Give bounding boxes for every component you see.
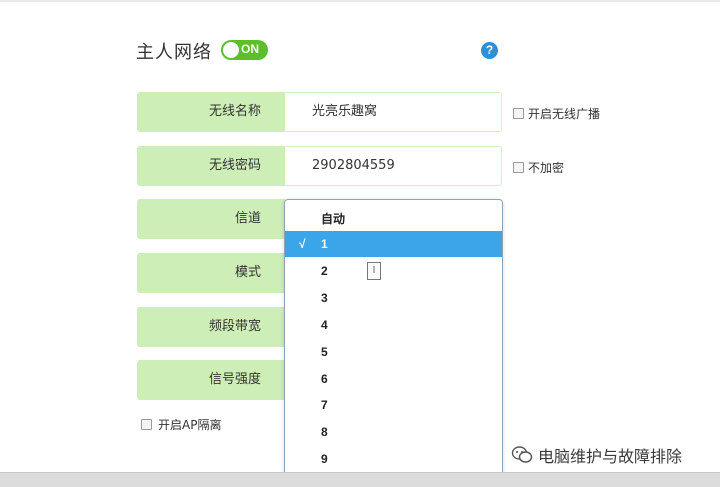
bandwidth-label: 频段带宽	[137, 307, 285, 347]
channel-label: 信道	[137, 199, 285, 239]
toggle-knob	[223, 42, 239, 58]
password-input[interactable]: 2902804559	[285, 146, 502, 186]
page-title: 主人网络	[136, 42, 212, 63]
channel-option[interactable]: 4	[285, 312, 502, 338]
channel-option[interactable]: 5	[285, 339, 502, 365]
ap-isolation-option[interactable]: 开启AP隔离	[141, 416, 221, 433]
checkmark-icon: √	[299, 237, 306, 251]
channel-option[interactable]: 9	[285, 446, 502, 472]
text-cursor-icon: I	[367, 262, 381, 280]
no-encrypt-option[interactable]: 不加密	[513, 159, 564, 176]
ap-isolation-label: 开启AP隔离	[158, 418, 222, 432]
channel-option[interactable]: 3	[285, 285, 502, 311]
ssid-input[interactable]: 光亮乐趣窝	[285, 92, 502, 132]
ap-isolation-checkbox[interactable]	[141, 419, 152, 430]
broadcast-option[interactable]: 开启无线广播	[513, 105, 600, 122]
ssid-label: 无线名称	[137, 92, 285, 132]
watermark-text: 电脑维护与故障排除	[538, 447, 683, 466]
channel-dropdown[interactable]: 自动 √ 1 2 3 4 5 6 7 8 9	[284, 199, 503, 479]
channel-option-selected[interactable]: √ 1	[285, 231, 502, 257]
broadcast-checkbox[interactable]	[513, 108, 524, 119]
channel-option[interactable]: 7	[285, 392, 502, 418]
top-border	[0, 0, 720, 2]
channel-option[interactable]: 自动	[285, 206, 502, 232]
channel-option-label: 1	[321, 237, 328, 251]
bottom-bar	[0, 472, 720, 487]
channel-option[interactable]: 6	[285, 366, 502, 392]
toggle-label: ON	[241, 42, 259, 56]
signal-strength-label: 信号强度	[137, 360, 285, 400]
help-icon[interactable]: ?	[481, 42, 498, 59]
no-encrypt-checkbox[interactable]	[513, 162, 524, 173]
mode-label: 模式	[137, 253, 285, 293]
channel-option[interactable]: 8	[285, 419, 502, 445]
wechat-icon	[511, 446, 533, 463]
channel-option[interactable]: 2	[285, 258, 502, 284]
watermark: 电脑维护与故障排除	[511, 443, 682, 467]
host-network-toggle[interactable]: ON	[221, 40, 268, 60]
password-label: 无线密码	[137, 146, 285, 186]
broadcast-label: 开启无线广播	[528, 107, 601, 121]
no-encrypt-label: 不加密	[528, 161, 565, 175]
